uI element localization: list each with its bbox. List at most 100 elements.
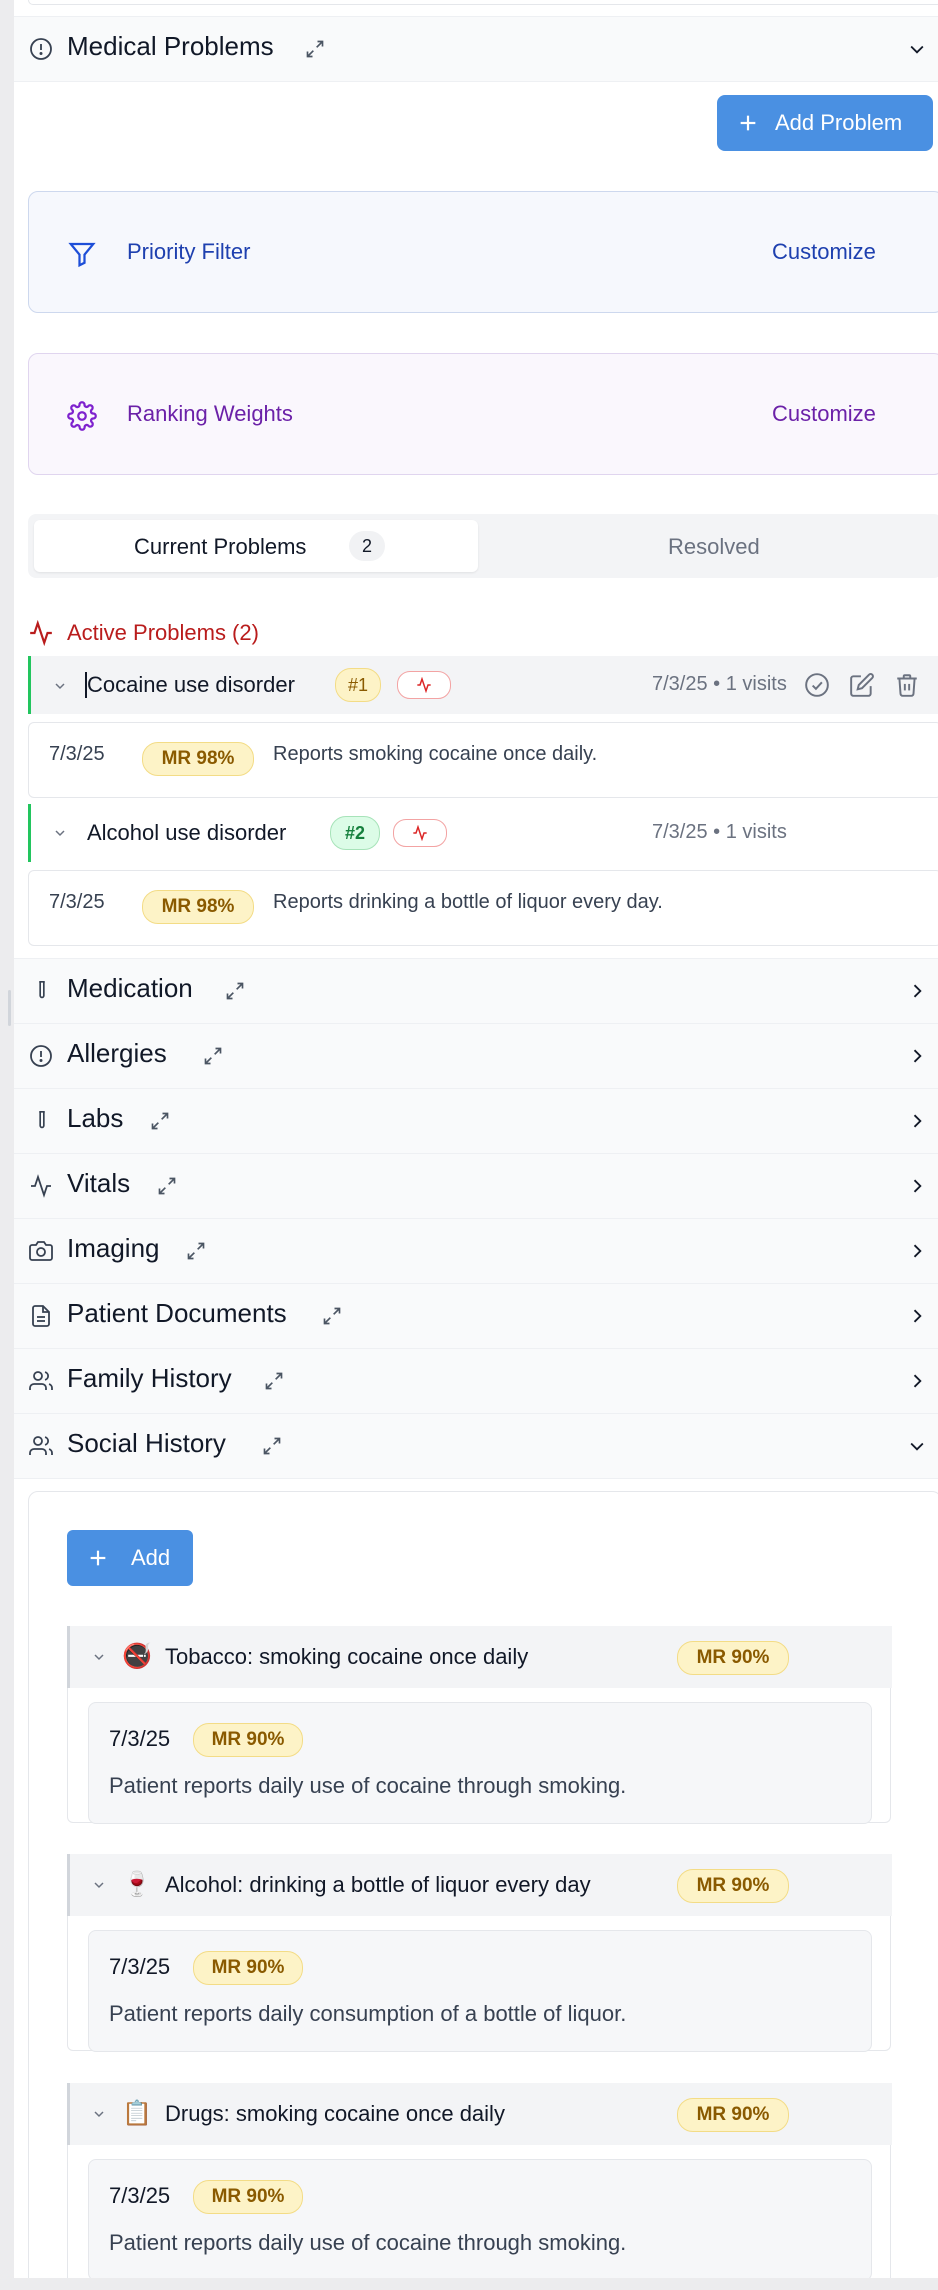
chevron-right-icon[interactable] bbox=[907, 1046, 927, 1066]
social-item-header[interactable]: 📋 Drugs: smoking cocaine once daily MR 9… bbox=[67, 2083, 892, 2145]
test-tube-icon bbox=[39, 1111, 45, 1129]
chevron-down-icon[interactable] bbox=[907, 1436, 927, 1456]
chevron-down-icon[interactable] bbox=[52, 678, 68, 694]
trend-badge bbox=[393, 819, 447, 847]
mr-badge: MR 90% bbox=[677, 1869, 789, 1903]
section-title: Social History bbox=[67, 1428, 226, 1458]
entry-date: 7/3/25 bbox=[49, 891, 105, 913]
edit-icon[interactable] bbox=[849, 672, 875, 698]
section-imaging[interactable]: Imaging bbox=[14, 1218, 938, 1283]
social-entry: 7/3/25 MR 90% Patient reports daily use … bbox=[88, 2159, 872, 2278]
problem-meta: 7/3/25 • 1 visits bbox=[652, 673, 787, 695]
plus-icon bbox=[90, 1550, 106, 1566]
chevron-right-icon[interactable] bbox=[907, 1306, 927, 1326]
chevron-down-icon[interactable] bbox=[91, 1877, 107, 1893]
check-circle-icon[interactable] bbox=[804, 672, 830, 698]
expand-icon[interactable] bbox=[157, 1176, 177, 1196]
section-title: Imaging bbox=[67, 1233, 160, 1263]
trash-icon[interactable] bbox=[894, 672, 920, 698]
section-title: Patient Documents bbox=[67, 1298, 287, 1328]
priority-filter-customize-link[interactable]: Customize bbox=[772, 239, 876, 265]
clipboard-icon: 📋 bbox=[122, 2100, 152, 2127]
social-item-header[interactable]: 🍷 Alcohol: drinking a bottle of liquor e… bbox=[67, 1854, 892, 1916]
entry-text: Patient reports daily use of cocaine thr… bbox=[109, 2230, 627, 2255]
mr-badge: MR 90% bbox=[193, 2180, 303, 2214]
alert-circle-icon bbox=[30, 1045, 52, 1067]
expand-icon[interactable] bbox=[225, 981, 245, 1001]
problem-entry: 7/3/25 MR 98% Reports smoking cocaine on… bbox=[28, 722, 938, 798]
entry-text: Patient reports daily use of cocaine thr… bbox=[109, 1773, 627, 1798]
chevron-right-icon[interactable] bbox=[907, 1111, 927, 1131]
problem-rank-badge: #1 bbox=[335, 668, 381, 702]
entry-date: 7/3/25 bbox=[109, 1954, 171, 1979]
section-allergies[interactable]: Allergies bbox=[14, 1023, 938, 1088]
expand-icon[interactable] bbox=[264, 1371, 284, 1391]
expand-icon[interactable] bbox=[262, 1436, 282, 1456]
expand-icon[interactable] bbox=[186, 1241, 206, 1261]
tab-current-problems[interactable]: Current Problems 2 bbox=[34, 520, 478, 572]
problem-name: Cocaine use disorder bbox=[85, 672, 295, 698]
expand-icon[interactable] bbox=[322, 1306, 342, 1326]
section-title: Allergies bbox=[67, 1038, 167, 1068]
social-item-body: 7/3/25 MR 90% Patient reports daily use … bbox=[67, 2145, 891, 2278]
activity-icon bbox=[413, 825, 427, 841]
active-problems-header: Active Problems (2) bbox=[67, 620, 259, 645]
section-vitals[interactable]: Vitals bbox=[14, 1153, 938, 1218]
social-item-title: Tobacco: smoking cocaine once daily bbox=[165, 1644, 529, 1669]
mr-badge: MR 90% bbox=[677, 1641, 789, 1675]
social-entry: 7/3/25 MR 90% Patient reports daily cons… bbox=[88, 1930, 872, 2052]
wine-glass-icon: 🍷 bbox=[122, 1871, 152, 1898]
add-label: Add bbox=[131, 1545, 171, 1570]
section-title: Vitals bbox=[67, 1168, 131, 1198]
expand-icon[interactable] bbox=[203, 1046, 223, 1066]
plus-icon bbox=[740, 115, 756, 131]
entry-text: Reports drinking a bottle of liquor ever… bbox=[273, 891, 663, 913]
left-resize-handle[interactable] bbox=[8, 990, 11, 1026]
priority-filter-label: Priority Filter bbox=[127, 239, 251, 264]
current-problems-count-badge: 2 bbox=[349, 531, 385, 561]
trend-badge bbox=[397, 671, 451, 699]
chevron-down-icon[interactable] bbox=[91, 2106, 107, 2122]
problem-entry: 7/3/25 MR 98% Reports drinking a bottle … bbox=[28, 870, 938, 946]
ranking-weights-card: Ranking Weights Customize bbox=[28, 353, 938, 475]
entry-date: 7/3/25 bbox=[49, 743, 105, 765]
chevron-down-icon[interactable] bbox=[91, 1649, 107, 1665]
chevron-down-icon[interactable] bbox=[52, 825, 68, 841]
patient-chart-panel: Medical Problems Add Problem Priority Fi… bbox=[14, 0, 938, 2278]
section-title: Family History bbox=[67, 1363, 232, 1393]
problem-tabs: Current Problems 2 Resolved bbox=[28, 514, 938, 578]
tab-resolved[interactable]: Resolved bbox=[668, 534, 760, 560]
chevron-right-icon[interactable] bbox=[907, 981, 927, 1001]
ranking-weights-label: Ranking Weights bbox=[127, 401, 293, 426]
users-icon bbox=[29, 1436, 53, 1455]
gear-icon bbox=[67, 401, 97, 431]
chevron-down-icon[interactable] bbox=[907, 39, 927, 59]
social-item-title: Alcohol: drinking a bottle of liquor eve… bbox=[165, 1872, 591, 1897]
expand-icon[interactable] bbox=[305, 39, 325, 59]
section-family-history[interactable]: Family History bbox=[14, 1348, 938, 1413]
add-problem-button[interactable]: Add Problem bbox=[717, 95, 933, 151]
chevron-right-icon[interactable] bbox=[907, 1176, 927, 1196]
entry-text: Patient reports daily consumption of a b… bbox=[109, 2001, 627, 2026]
problem-row[interactable]: Cocaine use disorder #1 7/3/25 • 1 visit… bbox=[28, 656, 938, 714]
chevron-right-icon[interactable] bbox=[907, 1371, 927, 1391]
activity-icon bbox=[30, 620, 52, 646]
section-medication[interactable]: Medication bbox=[14, 958, 938, 1023]
medical-problems-header[interactable]: Medical Problems bbox=[14, 16, 938, 82]
social-item-header[interactable]: 🚭 Tobacco: smoking cocaine once daily MR… bbox=[67, 1626, 892, 1688]
section-title: Labs bbox=[67, 1103, 124, 1133]
filter-icon bbox=[68, 242, 96, 268]
section-patient-documents[interactable]: Patient Documents bbox=[14, 1283, 938, 1348]
add-social-history-button[interactable]: Add bbox=[67, 1530, 193, 1586]
no-smoking-icon: 🚭 bbox=[122, 1643, 152, 1670]
chevron-right-icon[interactable] bbox=[907, 1241, 927, 1261]
medical-problems-title: Medical Problems bbox=[67, 31, 274, 61]
mr-badge: MR 90% bbox=[193, 1723, 303, 1757]
section-social-history[interactable]: Social History bbox=[14, 1413, 938, 1479]
social-history-card: Add 🚭 Tobacco: smoking cocaine once dail… bbox=[28, 1491, 938, 2278]
problem-row[interactable]: Alcohol use disorder #2 7/3/25 • 1 visit… bbox=[28, 804, 938, 862]
expand-icon[interactable] bbox=[150, 1111, 170, 1131]
section-labs[interactable]: Labs bbox=[14, 1088, 938, 1153]
activity-icon bbox=[417, 677, 431, 693]
ranking-weights-customize-link[interactable]: Customize bbox=[772, 401, 876, 427]
